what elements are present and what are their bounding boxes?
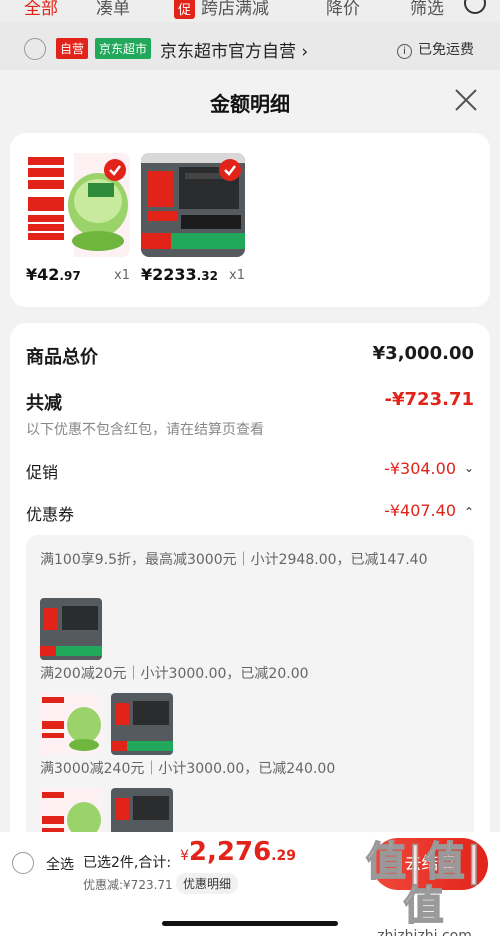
total-reduction-row: 共减 -¥723.71 bbox=[26, 389, 474, 415]
product-item[interactable]: ¥42.97 x1 bbox=[26, 153, 146, 284]
product-item[interactable]: ¥2233.32 x1 bbox=[141, 153, 261, 284]
product-price: ¥2233.32 bbox=[141, 265, 218, 284]
reduction-note: 以下优惠不包含红包，请在结算页查看 bbox=[26, 419, 474, 439]
watermark-logo: 值|值|值 bbox=[365, 839, 484, 929]
coupon-rule-text: 满3000减240元｜小计3000.00，已减240.00 bbox=[40, 761, 336, 777]
shop-header: 自营 京东超市 京东超市官方自营 › i 已免运费 bbox=[0, 22, 500, 70]
chevron-down-icon[interactable]: ⌄ bbox=[464, 461, 474, 475]
checkout-bar: 全选 已选2件,合计: ¥2,276.29 优惠减:¥723.71 优惠明细 去… bbox=[0, 832, 500, 936]
selected-check-icon[interactable] bbox=[104, 159, 126, 181]
promotion-value: -¥304.00 bbox=[384, 459, 456, 478]
amount-detail-sheet: 金额明细 ¥42.97 x1 ¥2233.32 x1 商品总价 ¥3,000.0… bbox=[0, 70, 500, 936]
product-quantity: x1 bbox=[229, 268, 245, 283]
chevron-up-icon[interactable]: ⌃ bbox=[464, 505, 474, 519]
coupon-label: 优惠券 bbox=[26, 505, 75, 524]
product-image-range-hood[interactable] bbox=[141, 153, 245, 257]
close-icon[interactable] bbox=[454, 88, 478, 112]
home-indicator bbox=[162, 921, 338, 926]
promotion-label: 促销 bbox=[26, 463, 59, 482]
thumb-range-hood[interactable] bbox=[111, 693, 173, 755]
discount-summary: 优惠减:¥723.71 bbox=[83, 878, 173, 892]
total-reduction-label: 共减 bbox=[26, 393, 62, 414]
promo-pill: 促 bbox=[174, 0, 196, 19]
promotion-row[interactable]: 促销 -¥304.00 ⌄ bbox=[26, 459, 474, 483]
total-price-value: ¥3,000.00 bbox=[372, 343, 474, 364]
tab-cross-store[interactable]: 促跨店满减 bbox=[174, 0, 269, 19]
watermark: 值|值|值 zhizhizhi.com bbox=[357, 839, 492, 936]
watermark-url: zhizhizhi.com bbox=[377, 928, 472, 936]
total-price-label: 商品总价 bbox=[26, 347, 98, 368]
product-price: ¥42.97 bbox=[26, 265, 81, 284]
coupon-value: -¥407.40 bbox=[384, 501, 456, 520]
jd-supermarket-badge: 京东超市 bbox=[95, 38, 152, 59]
tab-label: 跨店满减 bbox=[201, 0, 270, 19]
shop-name[interactable]: 京东超市官方自营 › bbox=[160, 37, 308, 62]
free-shipping-label: 已免运费 bbox=[418, 42, 474, 58]
selected-count: 已选2件,合计: bbox=[83, 855, 172, 871]
background-tab-bar: 全部 凑单 促跨店满减 降价 筛选 bbox=[0, 0, 500, 22]
product-quantity: x1 bbox=[114, 268, 130, 283]
search-icon[interactable] bbox=[464, 0, 486, 14]
tab-all[interactable]: 全部 bbox=[24, 0, 58, 19]
total-price-row: 商品总价 ¥3,000.00 bbox=[26, 343, 474, 369]
discount-detail-button[interactable]: 优惠明细 bbox=[176, 873, 239, 894]
shop-select-radio[interactable] bbox=[24, 38, 46, 60]
coupon-rule-text: 满200减20元｜小计3000.00，已减20.00 bbox=[40, 666, 309, 682]
tab-add-on[interactable]: 凑单 bbox=[96, 0, 130, 19]
grand-total: ¥2,276.29 bbox=[180, 837, 296, 867]
selected-check-icon[interactable] bbox=[219, 159, 241, 181]
sheet-title: 金额明细 bbox=[210, 92, 290, 116]
self-operated-badge: 自营 bbox=[56, 38, 89, 59]
reduction-note-text: 以下优惠不包含红包，请在结算页查看 bbox=[26, 422, 264, 438]
product-image-aloe[interactable] bbox=[26, 153, 130, 257]
info-icon: i bbox=[397, 44, 412, 59]
tab-filter[interactable]: 筛选 bbox=[410, 0, 444, 19]
free-shipping[interactable]: i 已免运费 bbox=[397, 39, 474, 59]
thumb-aloe[interactable] bbox=[40, 693, 102, 755]
select-all-radio[interactable] bbox=[12, 852, 34, 874]
total-reduction-value: -¥723.71 bbox=[384, 389, 474, 410]
thumb-range-hood[interactable] bbox=[40, 598, 102, 660]
coupon-row[interactable]: 优惠券 -¥407.40 ⌃ bbox=[26, 501, 474, 525]
selected-products-card: ¥42.97 x1 ¥2233.32 x1 bbox=[10, 133, 490, 307]
select-all-label[interactable]: 全选 bbox=[46, 854, 74, 874]
coupon-rule-text: 满100享9.5折，最高减3000元｜小计2948.00，已减147.40 bbox=[40, 552, 428, 568]
tab-price-drop[interactable]: 降价 bbox=[326, 0, 360, 19]
